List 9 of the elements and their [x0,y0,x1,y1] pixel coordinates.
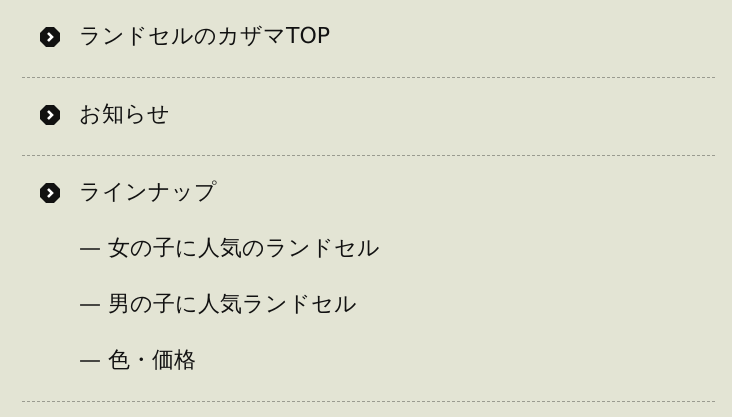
submenu-link[interactable]: — 男の子に人気ランドセル [79,290,357,320]
chevron-icon [40,183,60,203]
menu-link[interactable]: ランドセルのカザマTOP [79,22,330,52]
chevron-icon [40,27,60,47]
submenu-link[interactable]: — 女の子に人気のランドセル [79,234,380,264]
submenu-link[interactable]: — 色・価格 [79,346,196,376]
chevron-icon [40,105,60,125]
menu-link[interactable]: お知らせ [79,100,170,130]
menu-link[interactable]: ラインナップ [79,178,217,208]
